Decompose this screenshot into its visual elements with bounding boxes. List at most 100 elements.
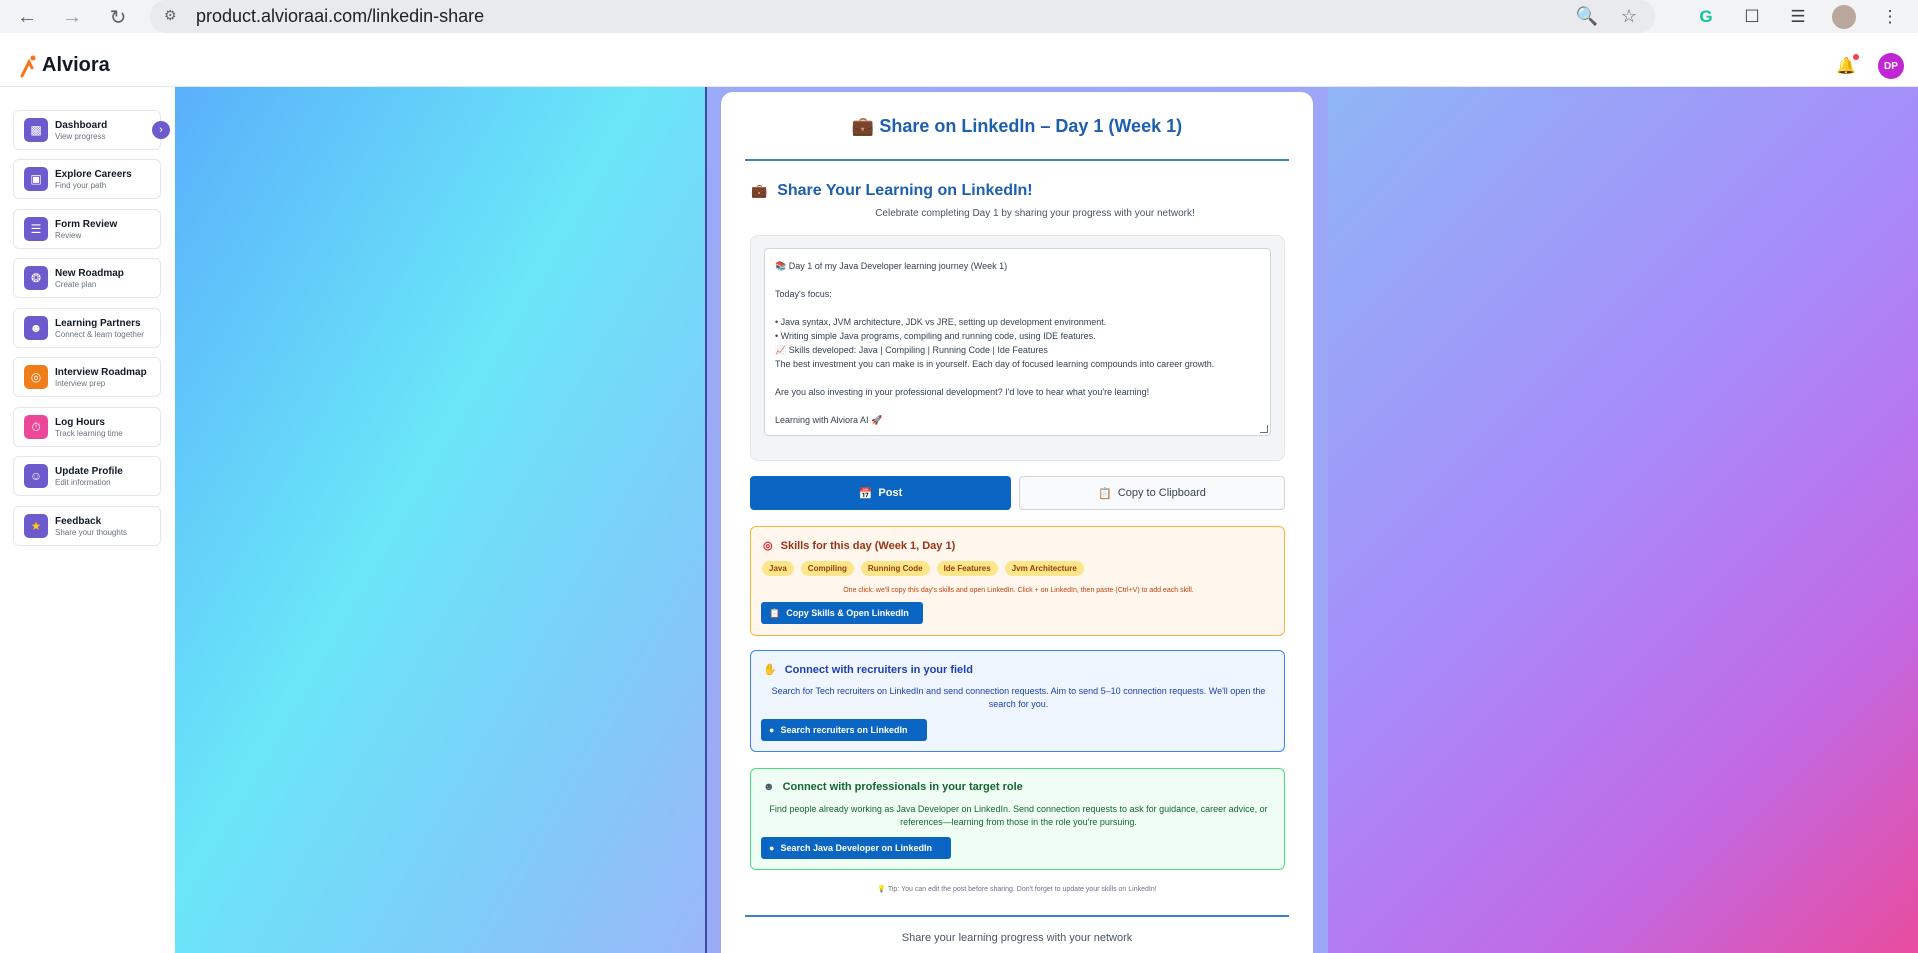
brand-logo[interactable]: Alviora	[20, 54, 110, 78]
browser-toolbar: ← → ↻ ⚙ product.alvioraai.com/linkedin-s…	[0, 0, 1918, 33]
reload-icon[interactable]: ↻	[103, 2, 133, 32]
post-line: • Writing simple Java programs, compilin…	[775, 331, 1096, 341]
skills-heading: ◎ Skills for this day (Week 1, Day 1)	[763, 539, 956, 553]
search-recruiters-button[interactable]: ● Search recruiters on LinkedIn	[761, 719, 927, 741]
clipboard-icon: 📋	[1098, 487, 1112, 500]
target-icon: ◎	[763, 540, 773, 552]
post-line: The best investment you can make is in y…	[775, 359, 1215, 369]
sidebar-item-title: Explore Careers	[55, 168, 132, 180]
sidebar-item-title: Log Hours	[55, 416, 105, 428]
target-icon: ◎	[24, 365, 48, 389]
post-line	[775, 301, 1260, 315]
clipboard-icon: 📋	[769, 607, 781, 618]
skill-chip: Ide Features	[936, 561, 998, 576]
tip-text: 💡 Tip: You can edit the post before shar…	[877, 886, 1157, 893]
sidebar-item-learning-partners[interactable]: ☻ Learning Partners Connect & learn toget…	[13, 308, 161, 348]
sidebar-item-subtitle: Find your path	[55, 180, 107, 190]
url-text[interactable]: product.alvioraai.com/linkedin-share	[196, 6, 484, 27]
sidebar-item-title: Form Review	[55, 218, 118, 230]
profile-picture-icon[interactable]	[1832, 4, 1856, 29]
zoom-icon[interactable]: 🔍	[1575, 4, 1599, 28]
sidebar-item-dashboard[interactable]: ▩ Dashboard View progress	[13, 110, 161, 150]
user-avatar[interactable]: DP	[1878, 53, 1904, 79]
share-subheading: Celebrate completing Day 1 by sharing yo…	[875, 208, 1195, 219]
sidebar-collapse-chevron-icon[interactable]: ›	[152, 121, 170, 139]
user-icon: ☺	[24, 464, 48, 488]
sidebar-item-title: Dashboard	[55, 119, 108, 131]
professionals-panel: ☻ Connect with professionals in your tar…	[750, 768, 1285, 870]
sidebar-item-subtitle: Review	[55, 230, 82, 240]
sidebar-item-title: Feedback	[55, 515, 102, 527]
star-icon: ★	[24, 514, 48, 538]
search-dot-icon: ●	[769, 843, 775, 853]
title-divider	[745, 159, 1289, 161]
sidebar-item-title: Update Profile	[55, 465, 123, 477]
sidebar-item-title: Learning Partners	[55, 317, 141, 329]
professionals-heading: ☻ Connect with professionals in your tar…	[763, 781, 1023, 793]
skill-chips: Java Compiling Running Code Ide Features…	[762, 561, 1084, 576]
sidebar-item-title: New Roadmap	[55, 267, 124, 279]
compass-icon: ❂	[24, 266, 48, 290]
chart-icon: ▩	[24, 118, 48, 142]
extensions-icon[interactable]: ☐	[1740, 5, 1764, 29]
page-title: 💼 Share on LinkedIn – Day 1 (Week 1)	[851, 116, 1183, 136]
lightbulb-icon: 💡	[877, 886, 887, 893]
professionals-description: Find people already working as Java Deve…	[769, 804, 1268, 827]
address-bar[interactable]: ⚙ product.alvioraai.com/linkedin-share 🔍…	[150, 0, 1655, 33]
handshake-icon: ✋	[763, 664, 777, 676]
post-line	[775, 399, 1260, 413]
post-textarea[interactable]: 📚 Day 1 of my Java Developer learning jo…	[764, 248, 1271, 436]
copy-skills-open-linkedin-button[interactable]: 📋 Copy Skills & Open LinkedIn	[761, 602, 923, 624]
post-line	[775, 371, 1260, 385]
forward-arrow-icon[interactable]: →	[57, 2, 87, 32]
post-line: Are you also investing in your professio…	[775, 387, 1150, 397]
post-line: Learning with Alviora AI 🚀	[775, 415, 883, 425]
media-queue-icon[interactable]: ☰	[1786, 5, 1810, 29]
skill-chip: Jvm Architecture	[1004, 561, 1084, 576]
linkedin-share-card: 💼 Share on LinkedIn – Day 1 (Week 1) 💼 S…	[721, 92, 1313, 953]
grammarly-icon[interactable]: G	[1694, 5, 1718, 29]
post-line: Today's focus:	[775, 289, 832, 299]
notification-bell-icon[interactable]: 🔔	[1836, 54, 1859, 76]
post-line	[775, 273, 1260, 287]
sidebar-item-new-roadmap[interactable]: ❂ New Roadmap Create plan	[13, 258, 161, 298]
recruiters-panel: ✋ Connect with recruiters in your field …	[750, 650, 1285, 752]
footer-text: Share your learning progress with your n…	[901, 932, 1133, 944]
sidebar-item-subtitle: View progress	[55, 131, 106, 141]
alviora-logo-icon	[20, 55, 36, 77]
post-line: 📈 Skills developed: Java | Compiling | R…	[775, 345, 1048, 355]
app-header: Alviora 🔔 DP	[0, 45, 1918, 87]
skill-chip: Compiling	[800, 561, 854, 576]
sidebar-item-explore-careers[interactable]: ▣ Explore Careers Find your path	[13, 159, 161, 199]
people-icon: ☻	[763, 781, 775, 793]
people-icon: ☻	[24, 316, 48, 340]
sidebar: ▩ Dashboard View progress ▣ Explore Caree…	[0, 87, 175, 953]
skill-chip: Running Code	[860, 561, 930, 576]
briefcase-icon: ▣	[24, 167, 48, 191]
sidebar-item-subtitle: Create plan	[55, 279, 97, 289]
sidebar-item-update-profile[interactable]: ☺ Update Profile Edit information	[13, 456, 161, 496]
sidebar-item-subtitle: Interview prep	[55, 378, 106, 388]
sidebar-item-subtitle: Share your thoughts	[55, 527, 128, 537]
sidebar-item-interview-roadmap[interactable]: ◎ Interview Roadmap Interview prep	[13, 357, 161, 397]
briefcase-icon: 💼	[751, 183, 768, 198]
site-settings-icon[interactable]: ⚙	[164, 7, 177, 24]
browser-menu-icon[interactable]: ⋮	[1878, 5, 1902, 29]
sidebar-item-log-hours[interactable]: ⏱ Log Hours Track learning time	[13, 407, 161, 447]
bookmark-star-icon[interactable]: ☆	[1617, 4, 1641, 28]
back-arrow-icon[interactable]: ←	[12, 2, 42, 32]
notification-dot	[1853, 54, 1859, 60]
copy-to-clipboard-button[interactable]: 📋 Copy to Clipboard	[1019, 476, 1285, 510]
search-java-developer-button[interactable]: ● Search Java Developer on LinkedIn	[761, 837, 951, 859]
background-gradient-right	[1328, 87, 1918, 953]
textarea-resize-handle[interactable]	[1260, 425, 1268, 433]
post-line: 📚 Day 1 of my Java Developer learning jo…	[775, 261, 1008, 271]
stopwatch-icon: ⏱	[24, 415, 48, 439]
sidebar-item-feedback[interactable]: ★ Feedback Share your thoughts	[13, 506, 161, 546]
sidebar-item-form-review[interactable]: ☰ Form Review Review	[13, 209, 161, 249]
post-button[interactable]: 📅 Post	[750, 476, 1011, 510]
search-dot-icon: ●	[769, 725, 775, 735]
sidebar-item-title: Interview Roadmap	[55, 366, 147, 378]
recruiters-description: Search for Tech recruiters on LinkedIn a…	[771, 686, 1266, 709]
brand-name: Alviora	[42, 54, 110, 76]
